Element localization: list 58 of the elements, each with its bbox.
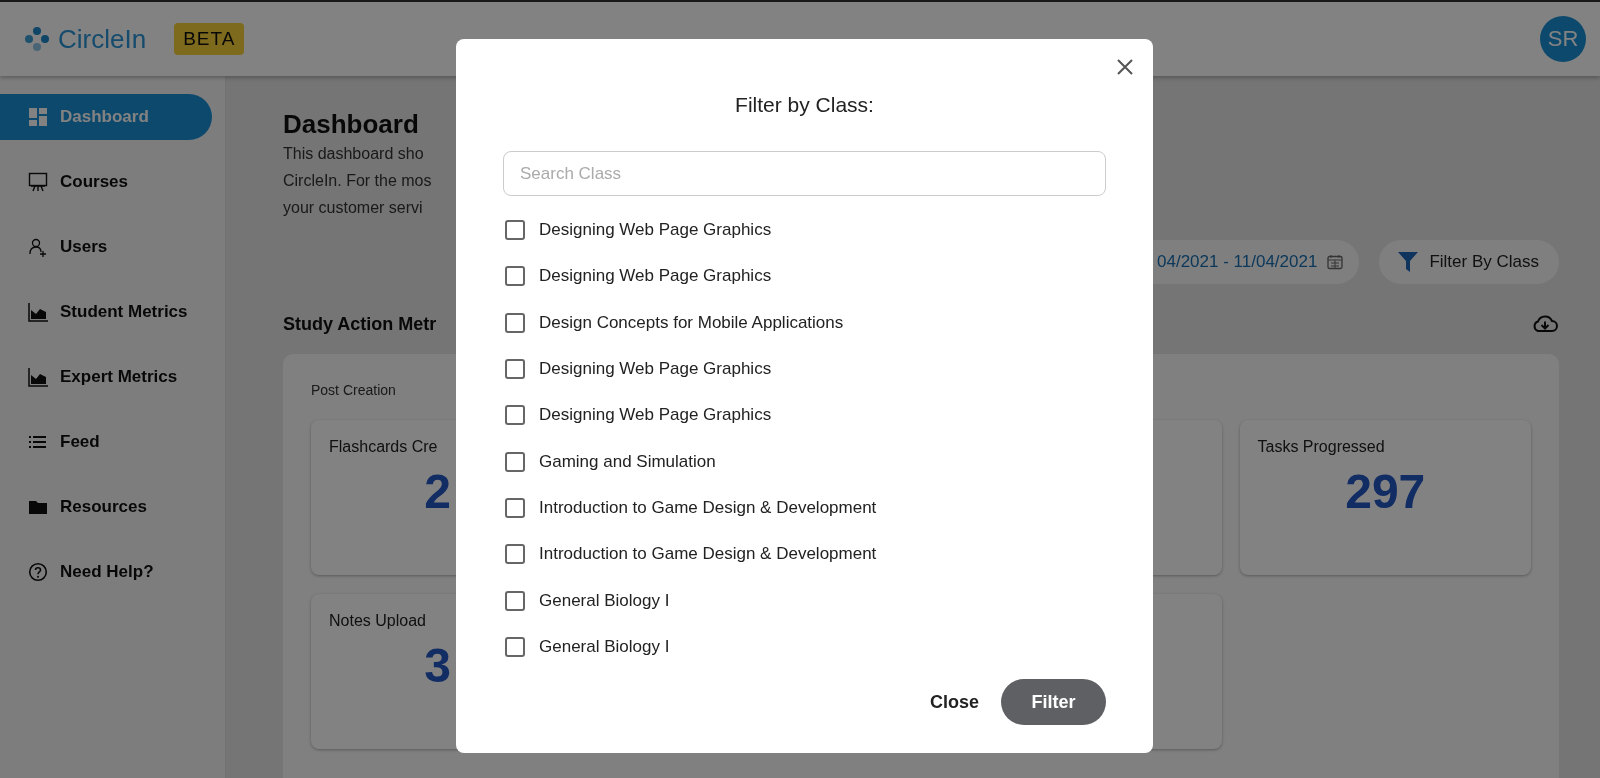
option-label: Designing Web Page Graphics [539,359,772,380]
description-text: your customer servi [283,198,423,218]
section-title: Study Action Metr [283,313,437,335]
sidebar-item[interactable]: Feed [0,419,212,465]
easel-icon [28,172,48,192]
chart-icon [28,367,48,387]
sidebar-item[interactable]: Dashboard [0,94,212,140]
filter-button[interactable]: Filter [1001,679,1106,725]
stat-label: Tasks Progressed [1257,438,1386,456]
sidebar-item[interactable]: Student Metrics [0,289,212,335]
checkbox[interactable] [505,359,525,380]
dashboard-icon [28,107,48,127]
checkbox[interactable] [505,590,525,611]
stat-value: 2 [423,464,451,519]
sidebar-item[interactable]: Courses [0,159,212,205]
close-button[interactable]: Close [929,683,979,721]
checkbox[interactable] [505,544,525,565]
beta-badge: BETA [174,23,245,55]
page-title: Dashboard [283,108,420,140]
description-text: This dashboard sho [283,144,424,164]
option-label: Introduction to Game Design & Development [539,497,877,518]
sidebar-item[interactable]: Expert Metrics [0,354,212,400]
checkbox[interactable] [505,497,525,518]
option-label: Designing Web Page Graphics [539,220,772,241]
checkbox[interactable] [505,636,525,657]
checkbox[interactable] [505,266,525,287]
stat-value: 3 [423,638,451,693]
option-label: General Biology I [539,590,670,611]
search-field[interactable]: Search Class [503,151,1106,196]
checkbox[interactable] [505,405,525,426]
stat-value: 297 [1344,464,1427,519]
option-label: General Biology I [539,636,670,657]
logo-icon [24,26,50,52]
close-icon[interactable] [1116,58,1134,76]
option-label: Gaming and Simulation [539,451,716,472]
help-icon [28,562,48,582]
sidebar-item[interactable]: Resources [0,484,212,530]
checkbox[interactable] [505,451,525,472]
option-label: Designing Web Page Graphics [539,266,772,287]
option-label: Introduction to Game Design & Development [539,544,877,565]
checkbox[interactable] [505,220,525,241]
description-text: CircleIn. For the mos [283,171,432,191]
calendar-icon [1327,254,1344,270]
filter-icon [1397,250,1420,274]
chart-icon [28,302,48,322]
sidebar-item[interactable]: Need Help? [0,549,212,595]
option-label: Design Concepts for Mobile Applications [539,312,844,333]
users-icon [28,237,48,257]
dialog-title: Filter by Class: [734,93,875,117]
sidebar-item[interactable]: Users [0,224,212,270]
stat-label: Notes Upload [329,612,427,630]
user-avatar[interactable]: SR [1540,16,1586,62]
logo-text: CircleIn [58,23,147,55]
panel-label: Post Creation [311,382,397,398]
checkbox[interactable] [505,312,525,333]
filter-by-class-button[interactable]: Filter By Class [1379,240,1559,284]
stat-label: Flashcards Cre [329,438,439,456]
option-label: Designing Web Page Graphics [539,405,772,426]
